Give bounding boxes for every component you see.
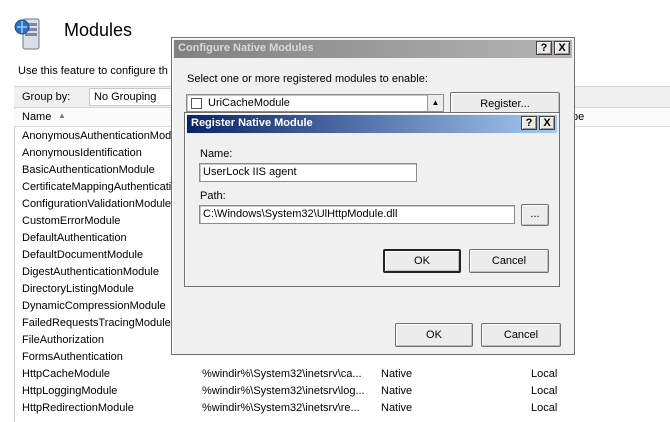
module-entry-type-cell: Local: [531, 368, 558, 380]
table-row[interactable]: HttpCacheModule %windir%\System32\inetsrv…: [14, 366, 670, 383]
module-name-cell: HttpRedirectionModule: [22, 402, 134, 414]
module-name-cell: DirectoryListingModule: [22, 283, 134, 295]
module-name-cell: DigestAuthenticationModule: [22, 266, 159, 278]
module-entry-type-cell: Local: [531, 402, 558, 414]
table-row[interactable]: HttpRedirectionModule %windir%\System32\i…: [14, 400, 670, 417]
module-type-cell: Native: [381, 385, 413, 397]
module-name-cell: CertificateMappingAuthentication: [22, 181, 184, 193]
register-native-module-dialog: Register Native Module ? X Name: UserLoc…: [184, 112, 560, 287]
module-name-cell: AnonymousAuthenticationModule: [22, 130, 186, 142]
module-path-field[interactable]: C:\Windows\System32\UlHttpModule.dll: [199, 205, 515, 224]
module-name-cell: ConfigurationValidationModule: [22, 198, 172, 210]
module-name-cell: CustomErrorModule: [22, 215, 121, 227]
registered-modules-list[interactable]: UriCacheModule ▲: [186, 94, 444, 112]
register-ok-button[interactable]: OK: [383, 249, 461, 273]
module-type-cell: Native: [381, 402, 413, 414]
configure-cancel-button[interactable]: Cancel: [481, 323, 561, 347]
module-type-cell: Native: [381, 368, 413, 380]
configure-close-button[interactable]: X: [554, 41, 570, 55]
browse-button[interactable]: ...: [521, 204, 549, 226]
module-name-cell: FileAuthorization: [22, 334, 104, 346]
page-description: Use this feature to configure th: [18, 65, 168, 77]
module-name-cell: HttpLoggingModule: [22, 385, 118, 397]
register-dialog-titlebar[interactable]: Register Native Module ? X: [187, 115, 557, 133]
configure-dialog-title: Configure Native Modules: [178, 42, 314, 54]
module-entry-type-cell: Local: [531, 385, 558, 397]
page-title: Modules: [64, 20, 133, 40]
module-name-field[interactable]: UserLock IIS agent: [199, 163, 417, 182]
module-code-cell: %windir%\System32\inetsrv\re...: [202, 402, 360, 414]
configure-ok-button[interactable]: OK: [395, 323, 473, 347]
module-name-cell: FailedRequestsTracingModule: [22, 317, 171, 329]
module-name-cell: DefaultAuthentication: [22, 232, 127, 244]
group-by-label: Group by:: [22, 91, 71, 103]
module-name-cell: DefaultDocumentModule: [22, 249, 144, 261]
module-checkbox[interactable]: [191, 98, 202, 109]
configure-help-button[interactable]: ?: [536, 41, 552, 55]
module-name-cell: DynamicCompressionModule: [22, 300, 166, 312]
name-label: Name:: [200, 148, 233, 160]
module-name-cell: HttpCacheModule: [22, 368, 111, 380]
module-item-label: UriCacheModule: [208, 97, 290, 109]
module-name-cell: BasicAuthenticationModule: [22, 164, 155, 176]
module-name-cell: AnonymousIdentification: [22, 147, 142, 159]
column-name-header[interactable]: Name: [22, 111, 51, 123]
register-close-button[interactable]: X: [539, 116, 555, 130]
scroll-up-arrow-icon[interactable]: ▲: [427, 95, 443, 111]
module-code-cell: %windir%\System32\inetsrv\ca...: [202, 368, 362, 380]
configure-prompt: Select one or more registered modules to…: [187, 73, 428, 85]
modules-icon: [14, 17, 48, 53]
module-code-cell: %windir%\System32\inetsrv\log...: [202, 385, 365, 397]
module-name-cell: FormsAuthentication: [22, 351, 123, 363]
register-dialog-title: Register Native Module: [191, 117, 313, 129]
sort-ascending-icon: ▲: [58, 111, 66, 120]
path-label: Path:: [200, 190, 226, 202]
table-row[interactable]: HttpLoggingModule %windir%\System32\inets…: [14, 383, 670, 400]
register-help-button[interactable]: ?: [521, 116, 537, 130]
register-cancel-button[interactable]: Cancel: [469, 249, 549, 273]
configure-dialog-titlebar[interactable]: Configure Native Modules ? X: [174, 40, 572, 58]
